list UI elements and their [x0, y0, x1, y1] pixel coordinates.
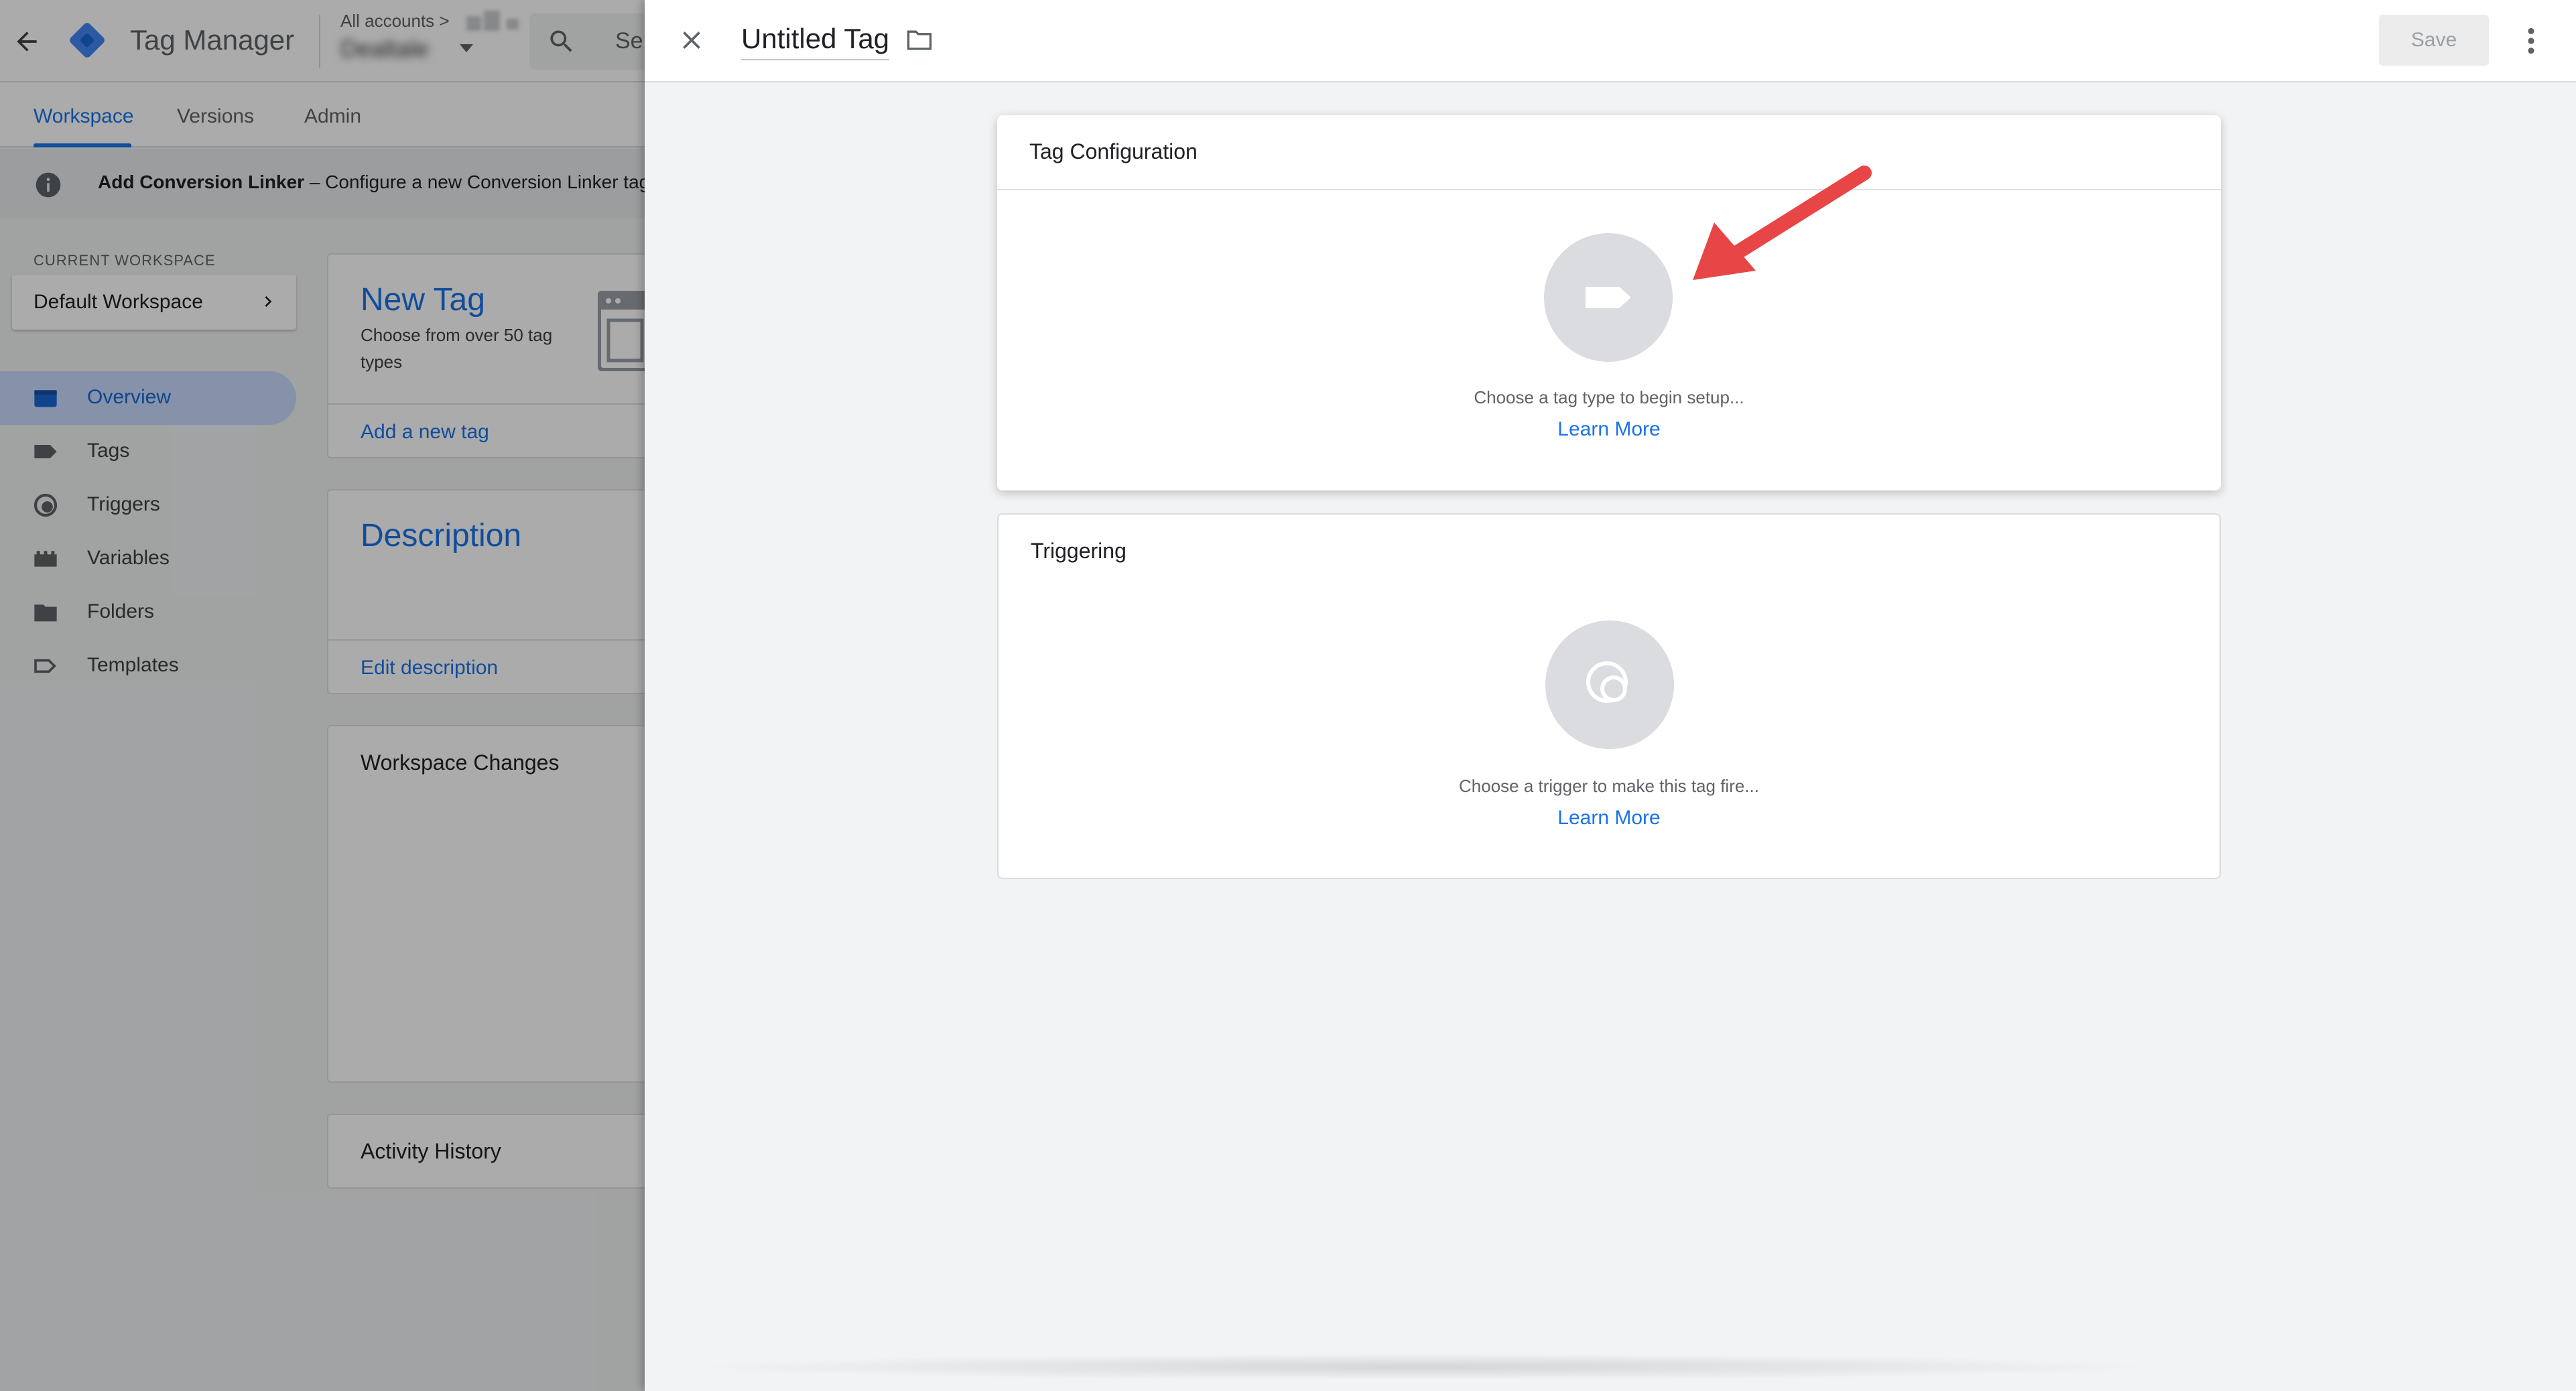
triggering-hint: Choose a trigger to make this tag fire..…: [1459, 776, 1759, 796]
tag-icon: [1586, 287, 1631, 308]
editor-header: Untitled Tag Save: [645, 0, 2576, 82]
panel-bottom-shadow: [685, 1353, 2159, 1380]
card-divider: [997, 189, 2221, 190]
choose-tag-type-button[interactable]: [1544, 233, 1673, 362]
learn-more-link-text[interactable]: Learn More: [1557, 807, 1660, 829]
tag-name-field[interactable]: Untitled Tag: [741, 23, 890, 60]
choose-trigger-button[interactable]: [1545, 620, 1674, 749]
close-icon[interactable]: [677, 25, 706, 55]
more-vert-icon[interactable]: [2521, 24, 2541, 58]
triggering-title: Triggering: [1031, 539, 1126, 563]
tag-configuration-title: Tag Configuration: [1029, 139, 1198, 163]
learn-more-link: Learn More: [999, 807, 2219, 830]
folder-icon[interactable]: [903, 25, 936, 55]
trigger-icon: [1586, 661, 1628, 703]
modal-scrim[interactable]: [0, 0, 645, 1391]
tag-configuration-hint: Choose a tag type to begin setup...: [1474, 387, 1744, 407]
triggering-card[interactable]: Triggering Choose a trigger to make this…: [997, 513, 2221, 879]
tag-editor-panel: Untitled Tag Save Tag Configuration Choo…: [645, 0, 2576, 1391]
learn-more-link: Learn More: [997, 418, 2221, 441]
save-button[interactable]: Save: [2379, 15, 2489, 66]
tag-configuration-card[interactable]: Tag Configuration Choose a tag type to b…: [997, 115, 2221, 490]
learn-more-link-text[interactable]: Learn More: [1557, 418, 1660, 440]
